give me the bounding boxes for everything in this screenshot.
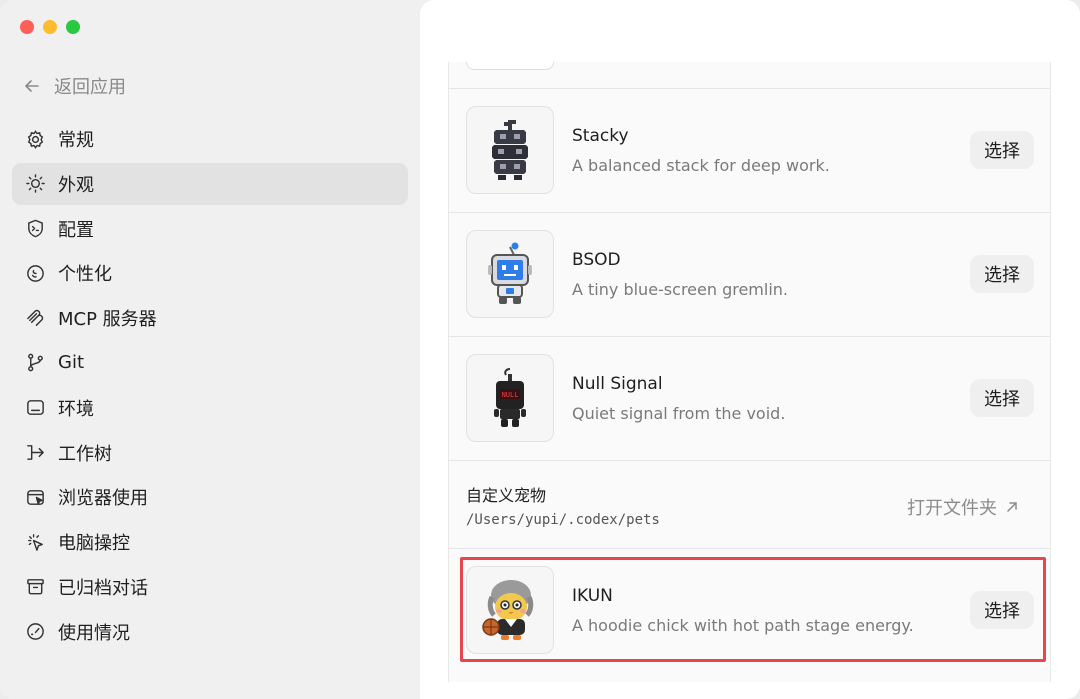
- pet-name: BSOD: [572, 250, 621, 270]
- sidebar-item-label: 环境: [58, 398, 94, 420]
- row-divider: [448, 460, 1051, 461]
- sidebar-item-general[interactable]: 常规: [12, 118, 408, 160]
- sidebar-item-label: 外观: [58, 174, 94, 196]
- previous-pet-thumbnail-edge: [466, 62, 554, 70]
- pet-row-null-signal: NULL Null Signal Quiet signal from the v…: [448, 336, 1051, 460]
- sidebar: 返回应用 常规 外观 配置 个性化 MCP 服务器 Git 环境 工作树 浏览器…: [0, 0, 418, 699]
- mcp-icon: [24, 307, 46, 329]
- sidebar-item-git[interactable]: Git: [12, 342, 408, 384]
- pet-row-stacky: Stacky A balanced stack for deep work. 选…: [448, 88, 1051, 212]
- pet-description: Quiet signal from the void.: [572, 404, 786, 423]
- arrow-up-right-icon: [1007, 502, 1017, 512]
- environment-icon: [24, 397, 46, 419]
- sidebar-item-computer-control[interactable]: 电脑操控: [12, 521, 408, 563]
- sidebar-item-label: 浏览器使用: [58, 488, 148, 510]
- select-null-signal-button[interactable]: 选择: [970, 379, 1034, 417]
- pet-row-bsod: BSOD A tiny blue-screen gremlin. 选择: [448, 212, 1051, 336]
- null-text: NULL: [502, 391, 519, 399]
- sidebar-item-label: 常规: [58, 130, 94, 151]
- sidebar-item-label: 使用情况: [58, 622, 130, 644]
- back-label: 返回应用: [54, 77, 126, 98]
- sidebar-item-mcp-servers[interactable]: MCP 服务器: [12, 297, 408, 339]
- pet-name: Null Signal: [572, 374, 663, 394]
- sidebar-item-appearance[interactable]: 外观: [12, 162, 408, 205]
- gauge-icon: [24, 621, 46, 643]
- select-bsod-button[interactable]: 选择: [970, 255, 1034, 293]
- sidebar-item-environment[interactable]: 环境: [12, 387, 408, 429]
- select-stacky-button[interactable]: 选择: [970, 131, 1034, 169]
- arrow-left-icon: [25, 80, 39, 92]
- cursor-click-icon: [24, 531, 46, 553]
- pet-description: A tiny blue-screen gremlin.: [572, 280, 789, 299]
- sidebar-item-worktree[interactable]: 工作树: [12, 432, 408, 474]
- custom-pets-path: /Users/yupi/.codex/pets: [466, 512, 660, 528]
- archive-icon: [24, 576, 46, 598]
- pet-description: A balanced stack for deep work.: [572, 156, 830, 175]
- sidebar-item-label: 工作树: [58, 443, 112, 465]
- sidebar-item-personalize[interactable]: 个性化: [12, 252, 408, 294]
- sidebar-item-browser-use[interactable]: 浏览器使用: [12, 476, 408, 518]
- stacky-pet-icon: [492, 120, 528, 180]
- bsod-thumbnail: [466, 230, 554, 318]
- sidebar-item-label: 电脑操控: [58, 533, 130, 555]
- shield-icon: [24, 218, 46, 240]
- custom-pets-title: 自定义宠物: [466, 486, 547, 505]
- open-folder-label: 打开文件夹: [907, 498, 997, 519]
- gear-icon: [24, 128, 46, 150]
- back-to-app-link[interactable]: 返回应用: [22, 72, 126, 100]
- open-folder-link[interactable]: 打开文件夹: [907, 494, 1019, 520]
- highlight-box: [460, 557, 1046, 662]
- sun-icon: [24, 173, 46, 195]
- personalize-icon: [24, 262, 46, 284]
- null-signal-pet-icon: NULL: [494, 368, 526, 427]
- sidebar-item-label: 个性化: [58, 264, 112, 286]
- settings-window: 返回应用 常规 外观 配置 个性化 MCP 服务器 Git 环境 工作树 浏览器…: [0, 0, 1080, 699]
- sidebar-item-config[interactable]: 配置: [12, 208, 408, 250]
- sidebar-item-label: Git: [58, 352, 85, 374]
- settings-nav: 常规 外观 配置 个性化 MCP 服务器 Git 环境 工作树 浏览器使用 电脑…: [12, 118, 408, 656]
- sidebar-item-label: MCP 服务器: [58, 309, 157, 331]
- sidebar-item-label: 已归档对话: [58, 577, 148, 599]
- sidebar-item-archived-chats[interactable]: 已归档对话: [12, 566, 408, 608]
- bsod-pet-icon: [488, 242, 532, 304]
- sidebar-item-label: 配置: [58, 219, 94, 241]
- browser-icon: [24, 486, 46, 508]
- sidebar-item-usage[interactable]: 使用情况: [12, 611, 408, 653]
- custom-pets-section: 自定义宠物 /Users/yupi/.codex/pets 打开文件夹: [448, 462, 1051, 548]
- null-signal-thumbnail: NULL: [466, 354, 554, 442]
- git-branch-icon: [24, 352, 46, 374]
- stacky-thumbnail: [466, 106, 554, 194]
- worktree-icon: [24, 442, 46, 464]
- pet-name: Stacky: [572, 126, 629, 146]
